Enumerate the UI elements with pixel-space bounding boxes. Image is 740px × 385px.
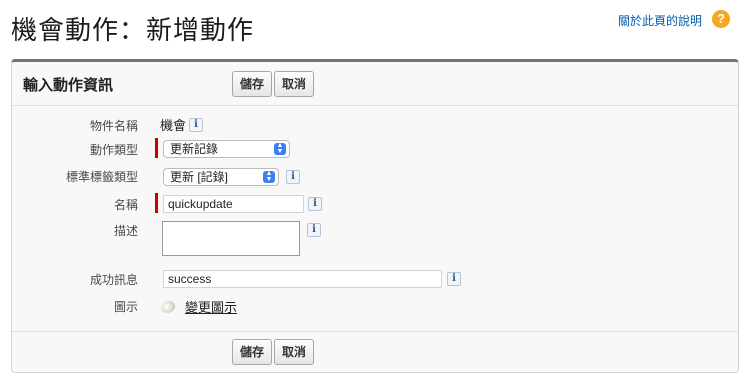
object-name-label: 物件名稱 (89, 119, 138, 133)
save-button-top[interactable]: 儲存 (232, 71, 273, 97)
description-label: 描述 (113, 224, 138, 238)
cancel-button-bottom[interactable]: 取消 (274, 339, 315, 365)
standard-label-type-value: 更新 [記錄] (170, 170, 229, 184)
description-textarea[interactable] (162, 221, 300, 256)
action-type-value: 更新記錄 (170, 142, 219, 156)
success-message-input[interactable]: success (163, 270, 442, 288)
panel-header: 輸入動作資訊 儲存 取消 (12, 62, 738, 106)
success-message-label: 成功訊息 (89, 273, 138, 287)
standard-label-type-label: 標準標籤類型 (65, 170, 138, 184)
action-form-panel: 輸入動作資訊 儲存 取消 物件名稱 機會 i 動作類型 更新記錄 ▲ ▼ 標準標籤… (11, 59, 739, 373)
required-indicator (155, 138, 158, 158)
select-arrows-icon: ▲ ▼ (263, 170, 275, 183)
object-name-info-icon[interactable]: i (189, 118, 203, 132)
action-type-select[interactable]: 更新記錄 ▲ ▼ (163, 140, 290, 158)
help-link[interactable]: 關於此頁的說明 (618, 12, 702, 29)
panel-title: 輸入動作資訊 (23, 77, 114, 94)
action-type-label: 動作類型 (89, 143, 138, 157)
success-message-info-icon[interactable]: i (447, 272, 461, 286)
save-button-bottom[interactable]: 儲存 (232, 339, 273, 365)
help-icon[interactable]: ? (712, 10, 730, 28)
panel-footer: 儲存 取消 (12, 331, 738, 372)
required-indicator (155, 193, 158, 213)
change-icon-link[interactable]: 變更圖示 (185, 297, 237, 316)
object-name-value: 機會 (160, 118, 187, 133)
icon-label: 圖示 (113, 300, 138, 314)
name-input[interactable]: quickupdate (163, 195, 304, 213)
standard-label-type-info-icon[interactable]: i (286, 170, 300, 184)
name-info-icon[interactable]: i (308, 197, 322, 211)
page-title: 機會動作：新增動作 (11, 15, 255, 45)
action-icon (159, 298, 177, 316)
standard-label-type-select[interactable]: 更新 [記錄] ▲ ▼ (163, 168, 279, 186)
description-info-icon[interactable]: i (307, 223, 321, 237)
name-label: 名稱 (113, 198, 138, 212)
cancel-button-top[interactable]: 取消 (274, 71, 315, 97)
select-arrows-icon: ▲ ▼ (274, 142, 286, 155)
